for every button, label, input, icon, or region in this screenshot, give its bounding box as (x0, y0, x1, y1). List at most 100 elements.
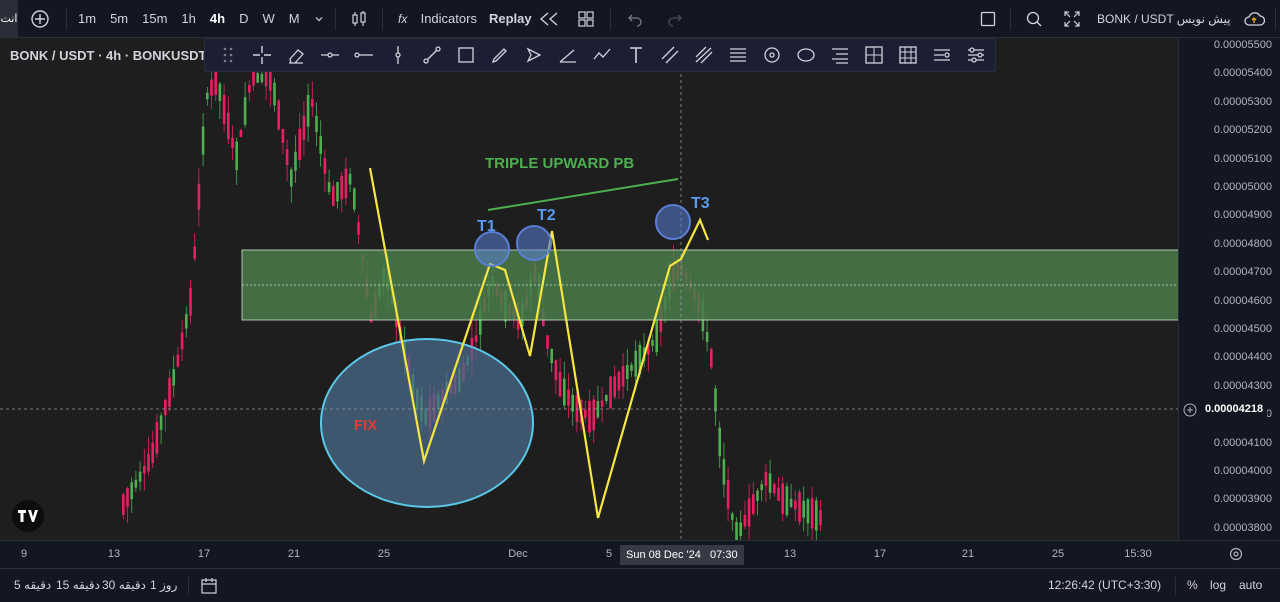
range-15-minutes[interactable]: 15 دقیقه (56, 578, 100, 592)
t3-circle[interactable] (655, 204, 691, 240)
horizontal-line-tool-button[interactable] (347, 39, 381, 71)
indicators-button[interactable]: fx Indicators (387, 0, 483, 38)
interval-dropdown-button[interactable] (307, 0, 331, 38)
trend-line[interactable] (487, 178, 679, 211)
trend-line-tool-button[interactable] (415, 39, 449, 71)
price-axis[interactable]: 0.00005500 0.00005400 0.00005300 0.00005200… (1178, 38, 1280, 540)
price-axis-label: 0.00004700 (1213, 266, 1272, 279)
range-30-minutes[interactable]: 30 دقیقه (102, 578, 146, 592)
fix-label: FIX (354, 417, 377, 434)
percent-scale-toggle[interactable]: % (1187, 578, 1198, 592)
fib-time-zone-tool-button[interactable] (823, 39, 857, 71)
symbol-legend[interactable]: BONK / USDT · 4h · BONKUSDT (10, 48, 206, 63)
settings-sliders-button[interactable] (959, 39, 993, 71)
time-axis[interactable]: 9 13 17 21 25 Dec 5 13 17 21 25 15:30 Sun 08 Dec '2… (0, 540, 1280, 568)
candle-body (143, 466, 146, 474)
candle-body (634, 350, 637, 377)
brush-tool-button[interactable] (483, 39, 517, 71)
candle-body (193, 246, 196, 259)
gann-box-tool-button[interactable] (857, 39, 891, 71)
candle-body (357, 222, 360, 235)
path-tool-button[interactable] (585, 39, 619, 71)
time-axis-label: 25 (377, 548, 391, 560)
fix-ellipse[interactable] (320, 338, 534, 508)
candle-body (819, 510, 822, 526)
candle-body (210, 79, 213, 96)
drag-handle[interactable] (211, 39, 245, 71)
candle-body (747, 498, 751, 527)
candle-body (563, 378, 566, 406)
t2-circle[interactable] (516, 225, 552, 261)
gann-square-tool-button[interactable] (891, 39, 925, 71)
horizontal-ray-tool-button[interactable] (313, 39, 347, 71)
candle-body (256, 73, 259, 83)
arrow-tool-button[interactable] (517, 39, 551, 71)
interval-15m[interactable]: 15m (135, 0, 174, 38)
interval-4h[interactable]: 4h (203, 0, 232, 38)
interval-1m[interactable]: 1m (71, 0, 103, 38)
toolbar-divider (1274, 8, 1276, 30)
interval-w[interactable]: W (255, 0, 281, 38)
trend-line-icon (423, 46, 441, 64)
plus-circle-icon (1183, 403, 1197, 417)
time-axis-label: 17 (873, 548, 887, 560)
fib-retracement-tool-button[interactable] (721, 39, 755, 71)
t1-circle[interactable] (474, 231, 510, 267)
interval-m[interactable]: M (282, 0, 307, 38)
add-symbol-button[interactable] (18, 0, 62, 38)
fib-retracement-icon (730, 48, 746, 62)
interval-d[interactable]: D (232, 0, 255, 38)
angle-tool-button[interactable] (551, 39, 585, 71)
eraser-icon (289, 49, 304, 64)
date-range-button[interactable] (200, 577, 218, 600)
candle-body (474, 335, 478, 342)
rectangle-tool-button[interactable] (449, 39, 483, 71)
candle-body (798, 492, 801, 523)
candle-body (575, 395, 579, 422)
chart-type-button[interactable] (340, 0, 378, 38)
candle-body (340, 176, 343, 200)
vertical-line-tool-button[interactable] (381, 39, 415, 71)
layouts-button[interactable] (566, 0, 606, 38)
candle-body (319, 136, 322, 154)
candle-body (600, 400, 604, 407)
tradingview-logo[interactable] (12, 500, 44, 532)
candle-body (760, 484, 763, 491)
auto-scale-toggle[interactable]: auto (1239, 578, 1262, 592)
chart-canvas[interactable]: FIX TRIPLE UPWARD PB T1 T2 T3 BONK / USD… (0, 38, 1178, 540)
log-scale-toggle[interactable]: log (1210, 578, 1226, 592)
redo-button[interactable] (655, 0, 695, 38)
axis-settings-button[interactable] (1228, 546, 1244, 567)
pitchfork-tool-button[interactable] (687, 39, 721, 71)
eraser-tool-button[interactable] (279, 39, 313, 71)
parallel-channel-tool-button[interactable] (653, 39, 687, 71)
candle-body (605, 394, 608, 402)
time-axis-label: 25 (1051, 548, 1065, 560)
time-axis-label: 13 (783, 548, 797, 560)
quick-search-button[interactable] (1015, 0, 1053, 38)
circle-tool-button[interactable] (755, 39, 789, 71)
interval-1h[interactable]: 1h (174, 0, 202, 38)
current-price-marker[interactable]: 0.00004218 (1179, 401, 1280, 418)
price-axis-label: 0.00003900 (1213, 493, 1272, 506)
interval-5m[interactable]: 5m (103, 0, 135, 38)
chart-svg[interactable]: FIX TRIPLE UPWARD PB T1 T2 T3 (0, 38, 1178, 540)
time-axis-label: 21 (287, 548, 301, 560)
range-5-minutes[interactable]: 5 دقیقه (14, 578, 51, 592)
long-position-tool-button[interactable] (925, 39, 959, 71)
price-axis-label: 0.00003800 (1213, 521, 1272, 534)
ellipse-tool-button[interactable] (789, 39, 823, 71)
symbol-title[interactable]: BONK / USDT پیش نویس (1091, 0, 1237, 38)
candle-body (298, 128, 301, 160)
clock-timezone[interactable]: 12:26:42 (UTC+3:30) (1048, 578, 1161, 592)
fullscreen-toggle-button[interactable] (970, 0, 1006, 38)
expand-button[interactable] (1053, 0, 1091, 38)
price-axis-label: 0.00004400 (1213, 351, 1272, 364)
range-1-day[interactable]: 1 روز (150, 578, 177, 592)
text-tool-button[interactable] (619, 39, 653, 71)
candle-body (756, 490, 759, 501)
cloud-save-button[interactable] (1237, 0, 1271, 38)
undo-button[interactable] (615, 0, 655, 38)
replay-button[interactable]: Replay (483, 0, 566, 38)
crosshair-tool-button[interactable] (245, 39, 279, 71)
